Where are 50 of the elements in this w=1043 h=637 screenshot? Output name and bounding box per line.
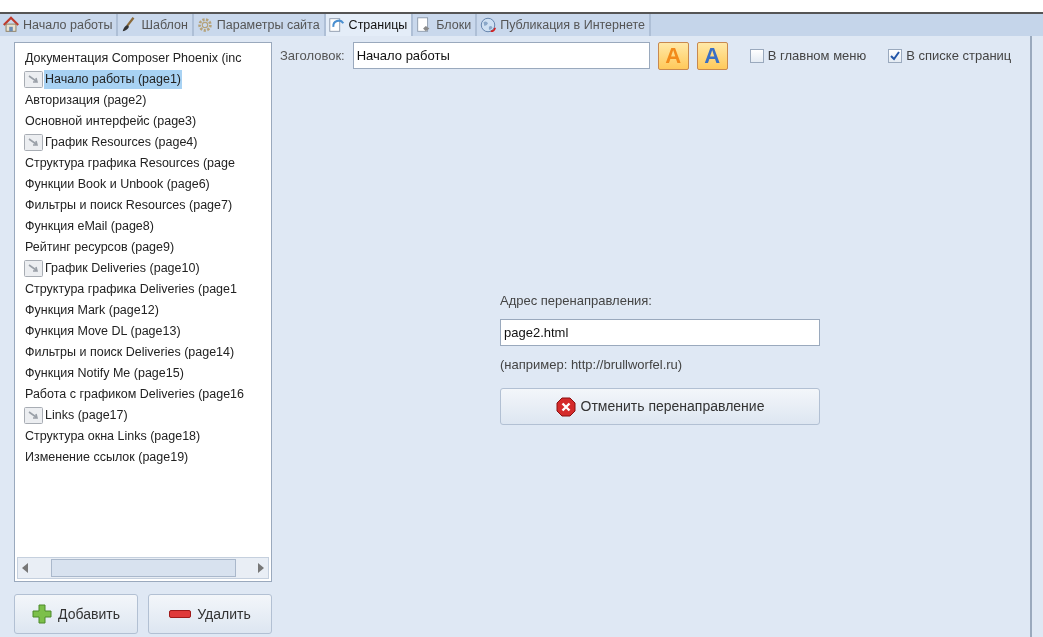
checkbox-label: В списке страниц xyxy=(906,46,1012,65)
page-item[interactable]: Основной интерфейс (page3) xyxy=(24,112,198,131)
horizontal-scrollbar[interactable] xyxy=(17,557,269,579)
page-item[interactable]: Структура окна Links (page18) xyxy=(24,427,202,446)
checkbox[interactable] xyxy=(888,48,903,63)
redirect-field[interactable]: page2.html xyxy=(500,318,820,346)
cancel-redirect-button[interactable]: Отменить перенаправление xyxy=(500,388,820,425)
tab[interactable]: Страницы xyxy=(325,14,414,36)
page-item[interactable]: Фильтры и поиск Deliveries (page14) xyxy=(24,343,236,362)
page-item[interactable]: Структура графика Resources (page xyxy=(24,154,236,173)
page-item[interactable]: Работа с графиком Deliveries (page16 xyxy=(24,385,246,404)
page-item[interactable]: Функция eMail (page8) xyxy=(24,217,155,236)
tab[interactable]: Шаблон xyxy=(118,14,194,36)
tab[interactable]: Блоки xyxy=(413,14,478,36)
scroll-left-icon[interactable] xyxy=(22,563,30,573)
page-item[interactable]: График Resources (page4) xyxy=(44,133,199,152)
page-item[interactable]: Изменение ссылок (page19) xyxy=(24,448,190,467)
page-item[interactable]: График Deliveries (page10) xyxy=(44,259,201,278)
font-style-button[interactable]: A xyxy=(696,41,728,70)
gear-icon xyxy=(195,16,214,34)
checkbox-label: В главном меню xyxy=(767,46,867,65)
cancel-icon xyxy=(555,396,576,417)
tab[interactable]: Параметры сайта xyxy=(193,14,326,36)
page-item[interactable]: Авторизация (page2) xyxy=(24,91,148,110)
title-field[interactable]: Начало работы xyxy=(352,42,650,69)
page-item[interactable]: Функция Mark (page12) xyxy=(24,301,160,320)
redirect-label: Адрес перенаправления: xyxy=(500,292,653,310)
add-button[interactable]: Добавить xyxy=(14,594,138,634)
page-item[interactable]: Начало работы (page1) xyxy=(44,70,183,89)
tab[interactable]: Публикация в Интернете xyxy=(477,14,651,36)
checkbox[interactable] xyxy=(749,48,764,63)
page-item[interactable]: Функция Move DL (page13) xyxy=(24,322,182,341)
page-item[interactable]: Фильтры и поиск Resources (page7) xyxy=(24,196,234,215)
page-item[interactable]: Функция Notify Me (page15) xyxy=(24,364,185,383)
scroll-right-icon[interactable] xyxy=(256,563,264,573)
minus-icon xyxy=(169,609,192,619)
page-list[interactable] xyxy=(14,42,272,582)
page-item[interactable]: Структура графика Deliveries (page1 xyxy=(24,280,238,299)
page-item[interactable]: Функции Book и Unbook (page6) xyxy=(24,175,211,194)
globe-icon xyxy=(479,16,498,34)
delete-button[interactable]: Удалить xyxy=(148,594,272,634)
plus-icon xyxy=(32,604,53,624)
redirect-hint: (например: http://brullworfel.ru) xyxy=(500,355,684,374)
house-icon xyxy=(2,16,20,34)
page-item[interactable]: Рейтинг ресурсов (page9) xyxy=(24,238,176,257)
pages-icon xyxy=(327,16,346,34)
title-label: Заголовок: xyxy=(280,46,345,65)
page-item[interactable]: Документация Composer Phoenix (inc xyxy=(24,49,243,68)
page-item[interactable]: Links (page17) xyxy=(44,406,129,425)
tab[interactable]: Начало работы xyxy=(0,14,119,36)
